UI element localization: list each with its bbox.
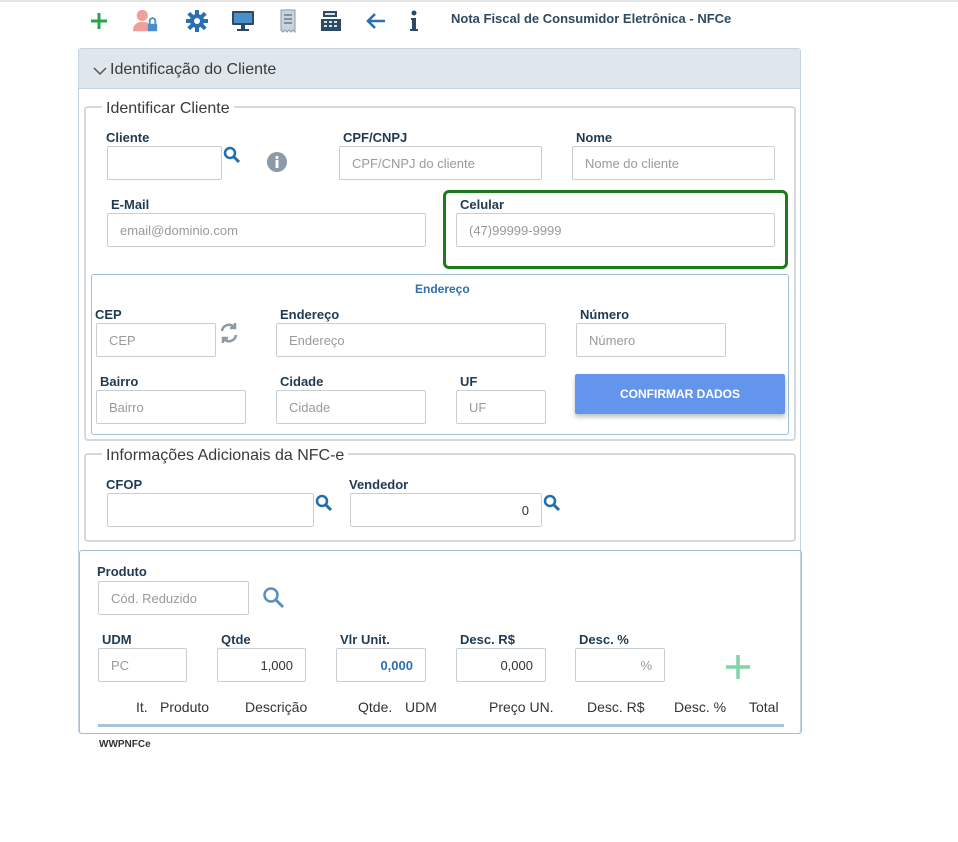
cfop-field[interactable]	[107, 493, 314, 527]
uf-field[interactable]	[456, 390, 546, 424]
desc-rs-label: Desc. R$	[460, 632, 515, 647]
bairro-label: Bairro	[100, 374, 139, 389]
numero-field[interactable]	[576, 323, 726, 357]
grid-col-produto: Produto	[160, 699, 210, 715]
refresh-icon[interactable]	[218, 322, 240, 344]
udm-label: UDM	[102, 632, 132, 647]
add-item-icon[interactable]	[724, 653, 752, 681]
gear-icon[interactable]	[184, 8, 210, 34]
cpf-field[interactable]	[339, 146, 542, 180]
desc-rs-field[interactable]	[456, 648, 546, 682]
uf-label: UF	[460, 374, 478, 389]
grid-col-total: Total	[749, 699, 779, 715]
grid-col-preco: Preço UN.	[489, 699, 554, 715]
confirm-button[interactable]: CONFIRMAR DADOS	[575, 374, 785, 414]
grid-col-descricao: Descrição	[245, 699, 308, 715]
email-label: E-Mail	[111, 197, 150, 212]
arrow-left-icon[interactable]	[363, 8, 389, 34]
produto-field[interactable]	[98, 581, 249, 615]
cliente-label: Cliente	[106, 130, 150, 145]
identify-legend: Identificar Cliente	[102, 100, 234, 118]
endereco-label: Endereço	[280, 307, 340, 322]
grid-col-desc-pct: Desc. %	[674, 699, 727, 715]
endereco-field[interactable]	[276, 323, 546, 357]
user-lock-icon[interactable]	[133, 8, 159, 34]
qtde-label: Qtde	[221, 632, 251, 647]
cep-label: CEP	[95, 307, 122, 322]
email-field[interactable]	[107, 213, 426, 247]
nome-label: Nome	[576, 130, 613, 145]
grid-col-item: It.	[136, 699, 148, 715]
panel-title: Identificação do Cliente	[110, 61, 277, 78]
vlr-unit-label: Vlr Unit.	[340, 632, 390, 647]
receipt-icon[interactable]	[275, 8, 301, 34]
grid-col-desc-rs: Desc. R$	[587, 699, 645, 715]
grid-col-udm: UDM	[405, 699, 437, 715]
monitor-icon[interactable]	[230, 8, 256, 34]
info-icon[interactable]	[401, 8, 427, 34]
extra-legend: Informações Adicionais da NFC-e	[102, 447, 349, 465]
cidade-field[interactable]	[276, 390, 426, 424]
grid-col-qtde: Qtde.	[358, 699, 393, 715]
udm-field[interactable]	[98, 648, 187, 682]
vlr-unit-field[interactable]	[336, 648, 426, 682]
address-title: Endereço	[415, 282, 470, 296]
celular-field[interactable]	[456, 213, 775, 247]
grid-header-divider	[98, 724, 784, 727]
app-title: Nota Fiscal de Consumidor Eletrônica - N…	[451, 11, 732, 26]
nome-field[interactable]	[572, 146, 775, 180]
produto-label: Produto	[97, 564, 147, 579]
celular-label: Celular	[460, 197, 505, 212]
vendedor-label: Vendedor	[349, 477, 409, 492]
chevron-down-icon[interactable]	[93, 63, 107, 76]
desc-pct-label: Desc. %	[579, 632, 629, 647]
cidade-label: Cidade	[280, 374, 324, 389]
search-icon[interactable]	[543, 494, 561, 512]
top-border	[0, 0, 958, 2]
cpf-label: CPF/CNPJ	[343, 130, 408, 145]
qtde-field[interactable]	[217, 648, 306, 682]
desc-pct-field[interactable]	[575, 648, 665, 682]
search-icon[interactable]	[315, 494, 333, 512]
plus-icon[interactable]	[86, 8, 112, 34]
bairro-field[interactable]	[96, 390, 246, 424]
cash-register-icon[interactable]	[318, 8, 344, 34]
vendedor-field[interactable]	[350, 493, 542, 527]
cep-field[interactable]	[96, 323, 216, 357]
program-name: WWPNFCe	[99, 739, 151, 750]
numero-label: Número	[580, 307, 630, 322]
search-icon[interactable]	[262, 586, 286, 610]
cliente-field[interactable]	[107, 146, 222, 180]
info-circle-icon[interactable]	[266, 151, 288, 173]
search-icon[interactable]	[223, 146, 241, 164]
cfop-label: CFOP	[106, 477, 143, 492]
